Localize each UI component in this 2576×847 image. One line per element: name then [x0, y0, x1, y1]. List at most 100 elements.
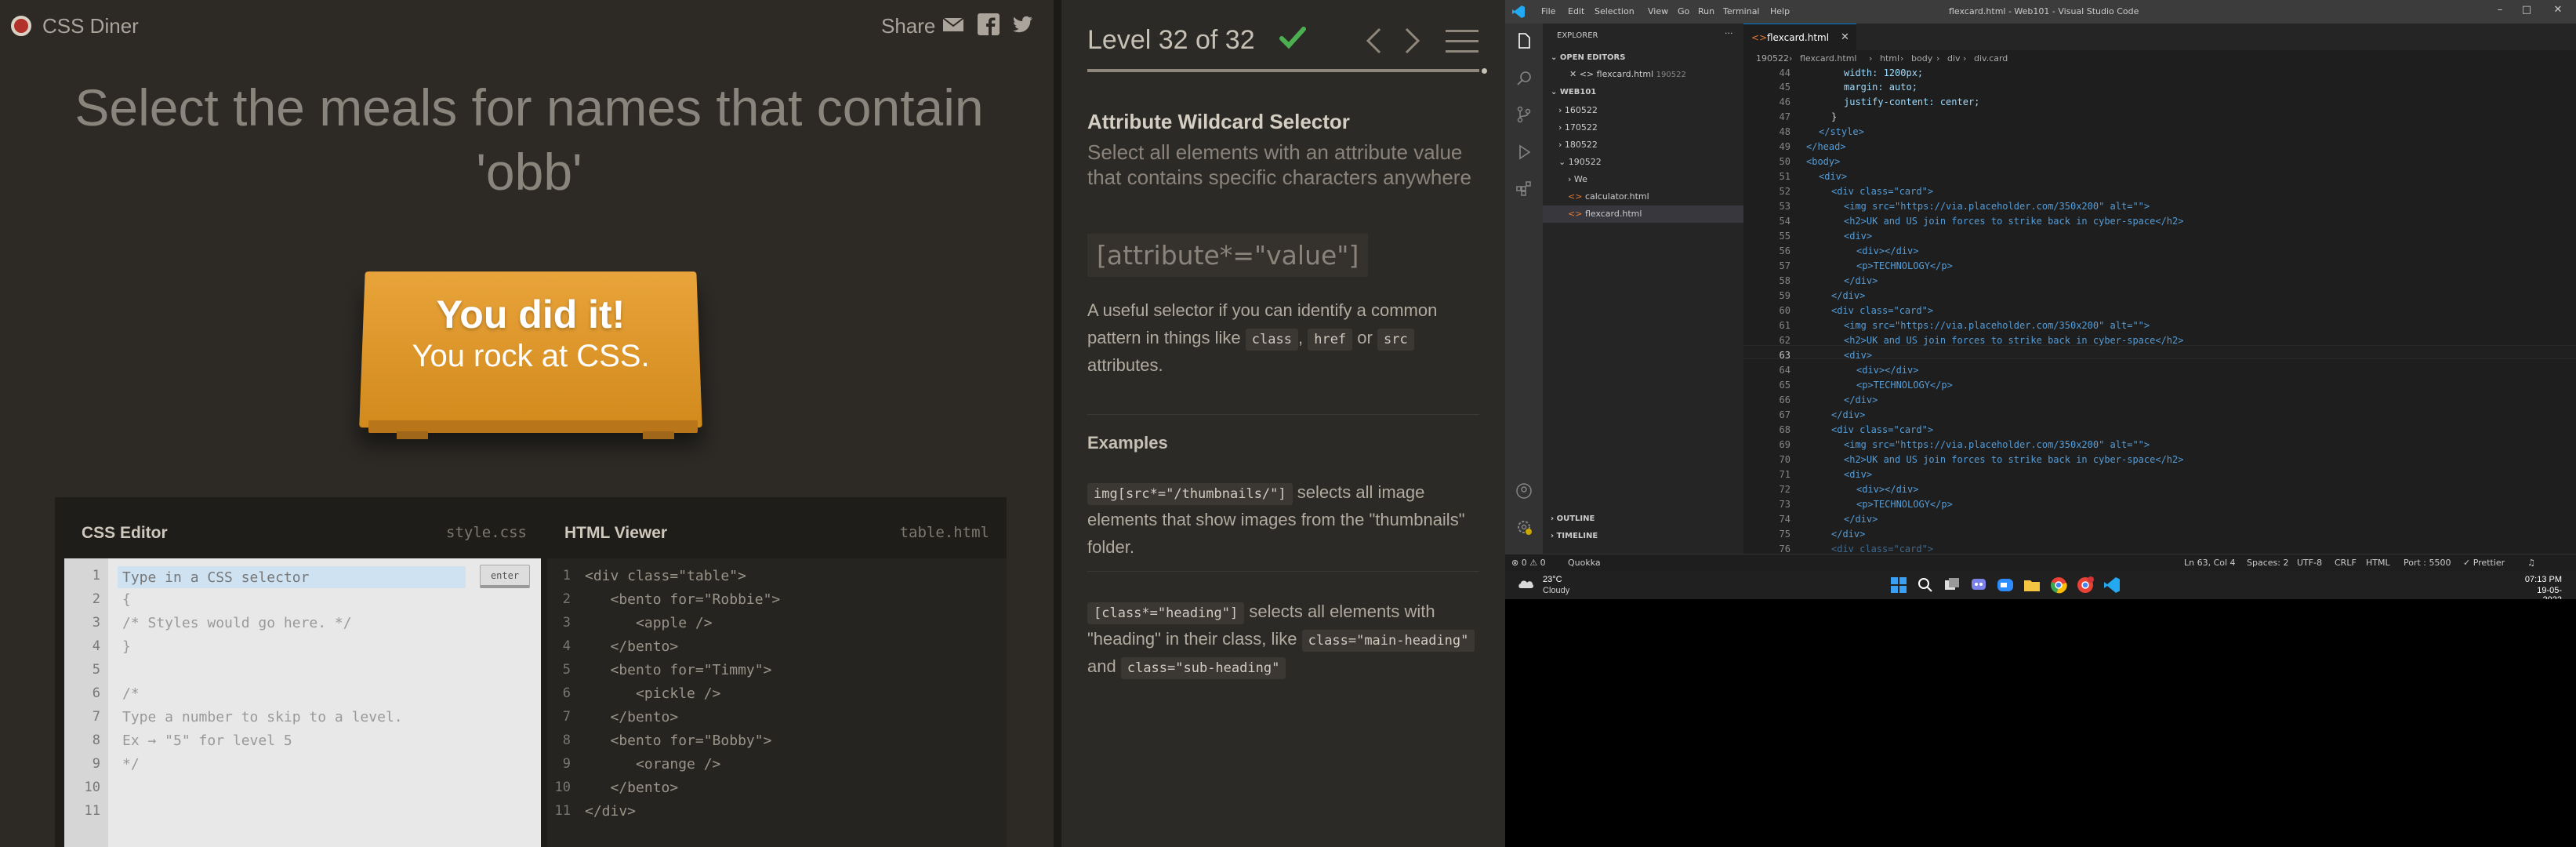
chrome-profile-icon[interactable] [2076, 576, 2095, 594]
crumb[interactable]: html [1880, 53, 1899, 64]
html-line[interactable]: </bento> [585, 780, 679, 796]
menu-go[interactable]: Go [1678, 6, 1689, 16]
maximize-icon[interactable]: □ [2521, 5, 2532, 16]
html-line[interactable]: <div class="table"> [585, 568, 746, 584]
html-line[interactable]: <orange /> [585, 756, 720, 772]
html-line[interactable]: <bento for="Bobby"> [585, 732, 772, 749]
line-number: 49 [1779, 141, 1791, 152]
code-editor[interactable]: 44 45 46 47 48 49 50 51 52 53 54 55 56 5… [1743, 67, 2576, 554]
account-icon[interactable] [1515, 482, 1533, 500]
source-control-icon[interactable] [1515, 105, 1533, 124]
search-icon[interactable] [1916, 576, 1935, 594]
status-encoding[interactable]: UTF-8 [2297, 558, 2322, 568]
twitter-icon[interactable] [1010, 13, 1034, 36]
status-problems[interactable]: ⊗ 0 ⚠ 0 [1511, 558, 1546, 568]
html-viewer-title: HTML Viewer [564, 524, 668, 542]
status-spaces[interactable]: Spaces: 2 [2247, 558, 2288, 568]
extensions-icon[interactable] [1515, 179, 1533, 198]
bell-icon[interactable]: ♫ [2527, 558, 2535, 568]
html-line[interactable]: <bento for="Robbie"> [585, 591, 781, 608]
menu-file[interactable]: File [1541, 6, 1555, 16]
workspace-section[interactable]: ⌄ WEB101 [1551, 88, 1596, 96]
chrome-icon[interactable] [2049, 576, 2068, 594]
menu-view[interactable]: View [1648, 6, 1668, 16]
search-icon[interactable] [1515, 69, 1533, 88]
html-line[interactable]: </bento> [585, 638, 679, 655]
run-debug-icon[interactable] [1515, 143, 1533, 162]
status-port[interactable]: Port : 5500 [2404, 558, 2451, 568]
chevron-left-icon[interactable] [1364, 27, 1383, 55]
line-number: 2 [562, 591, 571, 607]
line-number: 44 [1779, 67, 1791, 78]
chevron-right-icon[interactable] [1403, 27, 1422, 55]
tree-folder[interactable]: › 180522 [1558, 140, 1598, 150]
line-number: 8 [562, 732, 571, 748]
open-editors-section[interactable]: ⌄ OPEN EDITORS [1551, 53, 1625, 62]
tree-file[interactable]: <> calculator.html [1568, 191, 1649, 202]
css-line: } [122, 638, 131, 655]
line-number: 69 [1779, 439, 1791, 450]
tab-flexcard[interactable]: <> flexcard.html ✕ [1743, 24, 1856, 50]
more-actions-icon[interactable]: ··· [1725, 28, 1733, 38]
zoom-icon[interactable] [1996, 576, 2015, 594]
minimize-icon[interactable]: – [2494, 5, 2505, 16]
file-explorer-icon[interactable] [2023, 576, 2041, 594]
html-line[interactable]: <apple /> [585, 615, 713, 631]
code-line: <div> [1819, 171, 1848, 182]
line-number: 51 [1779, 171, 1791, 182]
line-number: 10 [554, 780, 571, 795]
crumb[interactable]: flexcard.html [1800, 53, 1856, 64]
crumb[interactable]: div.card [1974, 53, 2008, 64]
vscode-taskbar-icon[interactable] [2103, 576, 2121, 594]
html-line[interactable]: <bento for="Timmy"> [585, 662, 772, 678]
logo-text[interactable]: CSS Diner [42, 14, 139, 38]
status-eol[interactable]: CRLF [2335, 558, 2356, 568]
open-editor-item[interactable]: ✕ <> flexcard.html 190522 [1569, 69, 1686, 79]
status-language[interactable]: HTML [2366, 558, 2390, 568]
html-line[interactable]: </div> [585, 803, 636, 820]
tab-close-icon[interactable]: ✕ [1841, 31, 1849, 43]
panel-divider [1054, 0, 1061, 847]
facebook-icon[interactable] [977, 13, 1000, 36]
line-number: 76 [1779, 543, 1791, 554]
menu-edit[interactable]: Edit [1568, 6, 1584, 16]
outline-section[interactable]: › OUTLINE [1551, 514, 1595, 523]
enter-button[interactable]: enter [480, 565, 530, 588]
menu-icon[interactable] [1446, 27, 1478, 55]
html-line[interactable]: <pickle /> [585, 685, 720, 702]
menu-run[interactable]: Run [1698, 6, 1714, 16]
tree-folder[interactable]: › We [1568, 174, 1587, 184]
teams-chat-icon[interactable] [1969, 576, 1988, 594]
line-number: 9 [562, 756, 571, 772]
tree-file-active[interactable]: <> flexcard.html [1568, 209, 1642, 219]
clock-time[interactable]: 07:13 PM [2518, 575, 2562, 584]
timeline-label: TIMELINE [1556, 532, 1598, 540]
status-quokka[interactable]: Quokka [1568, 558, 1601, 568]
menu-terminal[interactable]: Terminal [1723, 6, 1760, 16]
weather-temperature[interactable]: 23°C [1543, 575, 1562, 584]
html-line[interactable]: </bento> [585, 709, 679, 725]
settings-gear-icon[interactable] [1515, 518, 1533, 536]
css-editor-body: 1 2 3 4 5 6 7 8 9 10 11 enter { /* Style… [64, 558, 541, 847]
code-line: <img src="https://via.placeholder.com/35… [1844, 201, 2150, 212]
crumb[interactable]: body [1911, 53, 1932, 64]
status-prettier[interactable]: ✓ Prettier [2463, 558, 2505, 568]
crumb[interactable]: 190522 [1756, 53, 1789, 64]
css-selector-input[interactable] [118, 566, 466, 588]
mail-icon[interactable] [942, 13, 965, 36]
menu-selection[interactable]: Selection [1595, 6, 1634, 16]
explorer-icon[interactable] [1515, 31, 1533, 50]
status-position[interactable]: Ln 63, Col 4 [2184, 558, 2236, 568]
task-view-icon[interactable] [1943, 576, 1961, 594]
windows-start-icon[interactable] [1889, 576, 1908, 594]
tree-folder[interactable]: › 160522 [1558, 105, 1598, 115]
crumb[interactable]: div [1947, 53, 1961, 64]
menu-help[interactable]: Help [1770, 6, 1790, 16]
weather-condition[interactable]: Cloudy [1543, 586, 1569, 595]
close-icon[interactable]: ✕ [2552, 5, 2563, 16]
timeline-section[interactable]: › TIMELINE [1551, 532, 1598, 540]
tree-folder[interactable]: ⌄ 190522 [1558, 157, 1602, 167]
editor-area: CSS Editor style.css HTML Viewer table.h… [55, 497, 1007, 847]
plate-leg [397, 431, 428, 439]
tree-folder[interactable]: › 170522 [1558, 122, 1598, 133]
